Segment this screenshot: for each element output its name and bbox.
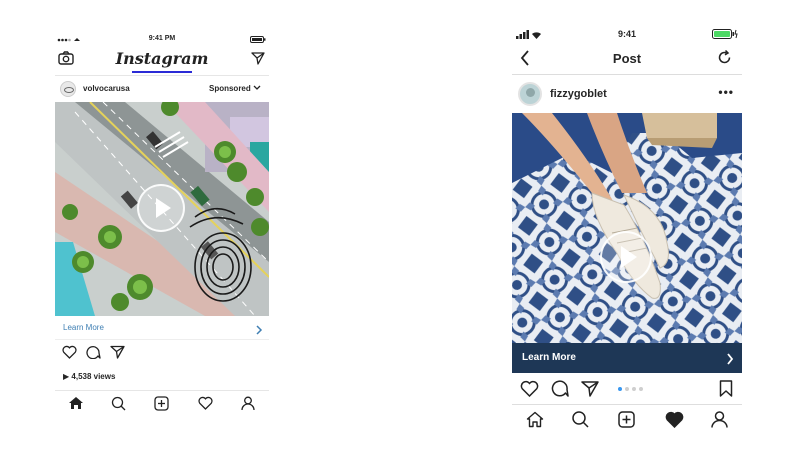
direct-send-icon[interactable] — [251, 52, 265, 70]
post-video[interactable] — [512, 113, 742, 343]
post-page-header: Post — [512, 43, 742, 75]
learn-more-label: Learn More — [522, 352, 576, 363]
bookmark-icon[interactable] — [719, 380, 733, 402]
page-title: Post — [612, 51, 642, 66]
learn-more-link[interactable]: Learn More — [55, 316, 269, 340]
heart-icon[interactable] — [62, 345, 77, 364]
left-phone-screen: 9:41 PM Instagram volvocarusa Sponsored — [55, 30, 269, 415]
share-icon[interactable] — [110, 345, 125, 364]
bottom-tab-bar — [512, 404, 742, 435]
add-post-icon[interactable] — [618, 411, 635, 433]
learn-more-label: Learn More — [63, 323, 104, 332]
home-icon[interactable] — [68, 396, 84, 415]
battery-icon — [250, 36, 266, 45]
carousel-dot — [618, 387, 622, 391]
right-phone-screen: 9:41 Post fizzygoblet ••• Learn More — [512, 25, 742, 435]
post-header: fizzygoblet ••• — [512, 75, 742, 113]
play-icon — [621, 246, 637, 268]
post-actions — [55, 342, 269, 364]
chevron-right-icon — [255, 322, 263, 340]
comment-icon[interactable] — [551, 380, 569, 402]
status-time: 9:41 PM — [148, 35, 176, 42]
shoes-on-tiles-image — [512, 113, 742, 343]
avatar[interactable] — [518, 82, 542, 106]
profile-icon[interactable] — [241, 396, 255, 415]
status-bar: 9:41 PM — [55, 34, 269, 46]
profile-icon[interactable] — [711, 411, 728, 433]
bottom-tab-bar — [55, 390, 269, 415]
avatar[interactable] — [60, 81, 76, 97]
status-time: 9:41 — [617, 29, 636, 39]
activity-heart-icon[interactable] — [665, 411, 684, 433]
play-count-icon: ▶ — [63, 372, 70, 381]
carousel-indicator — [618, 387, 648, 393]
views-label: 4,538 views — [71, 372, 116, 381]
post-actions — [512, 375, 742, 403]
carousel-dot — [639, 387, 643, 391]
carousel-dot — [625, 387, 629, 391]
instagram-logo: Instagram — [115, 49, 209, 68]
chevron-down-icon — [253, 84, 261, 93]
sponsored-menu[interactable]: Sponsored — [209, 84, 261, 93]
add-post-icon[interactable] — [154, 396, 169, 415]
heart-icon[interactable] — [520, 380, 539, 402]
search-icon[interactable] — [111, 396, 126, 415]
learn-more-bar[interactable]: Learn More — [512, 343, 742, 373]
post-video[interactable] — [55, 102, 269, 316]
refresh-icon[interactable] — [717, 49, 732, 70]
play-button[interactable] — [600, 231, 652, 283]
post-header: volvocarusa Sponsored — [55, 76, 269, 102]
play-button[interactable] — [137, 184, 185, 232]
status-bar: 9:41 — [512, 28, 742, 42]
views-count: ▶ 4,538 views — [63, 372, 115, 381]
logo-underline — [132, 71, 192, 73]
comment-icon[interactable] — [86, 345, 101, 364]
share-icon[interactable] — [581, 380, 599, 402]
more-options-icon[interactable]: ••• — [718, 85, 734, 99]
carousel-dot — [632, 387, 636, 391]
search-icon[interactable] — [572, 411, 589, 433]
chevron-right-icon — [726, 352, 734, 370]
activity-heart-icon[interactable] — [198, 396, 213, 415]
home-icon[interactable] — [526, 411, 544, 433]
sponsored-label: Sponsored — [208, 84, 251, 93]
battery-icon — [712, 29, 738, 41]
post-username[interactable]: volvocarusa — [83, 84, 130, 93]
play-icon — [156, 198, 171, 218]
app-header: Instagram — [55, 46, 269, 76]
post-username[interactable]: fizzygoblet — [550, 88, 607, 100]
